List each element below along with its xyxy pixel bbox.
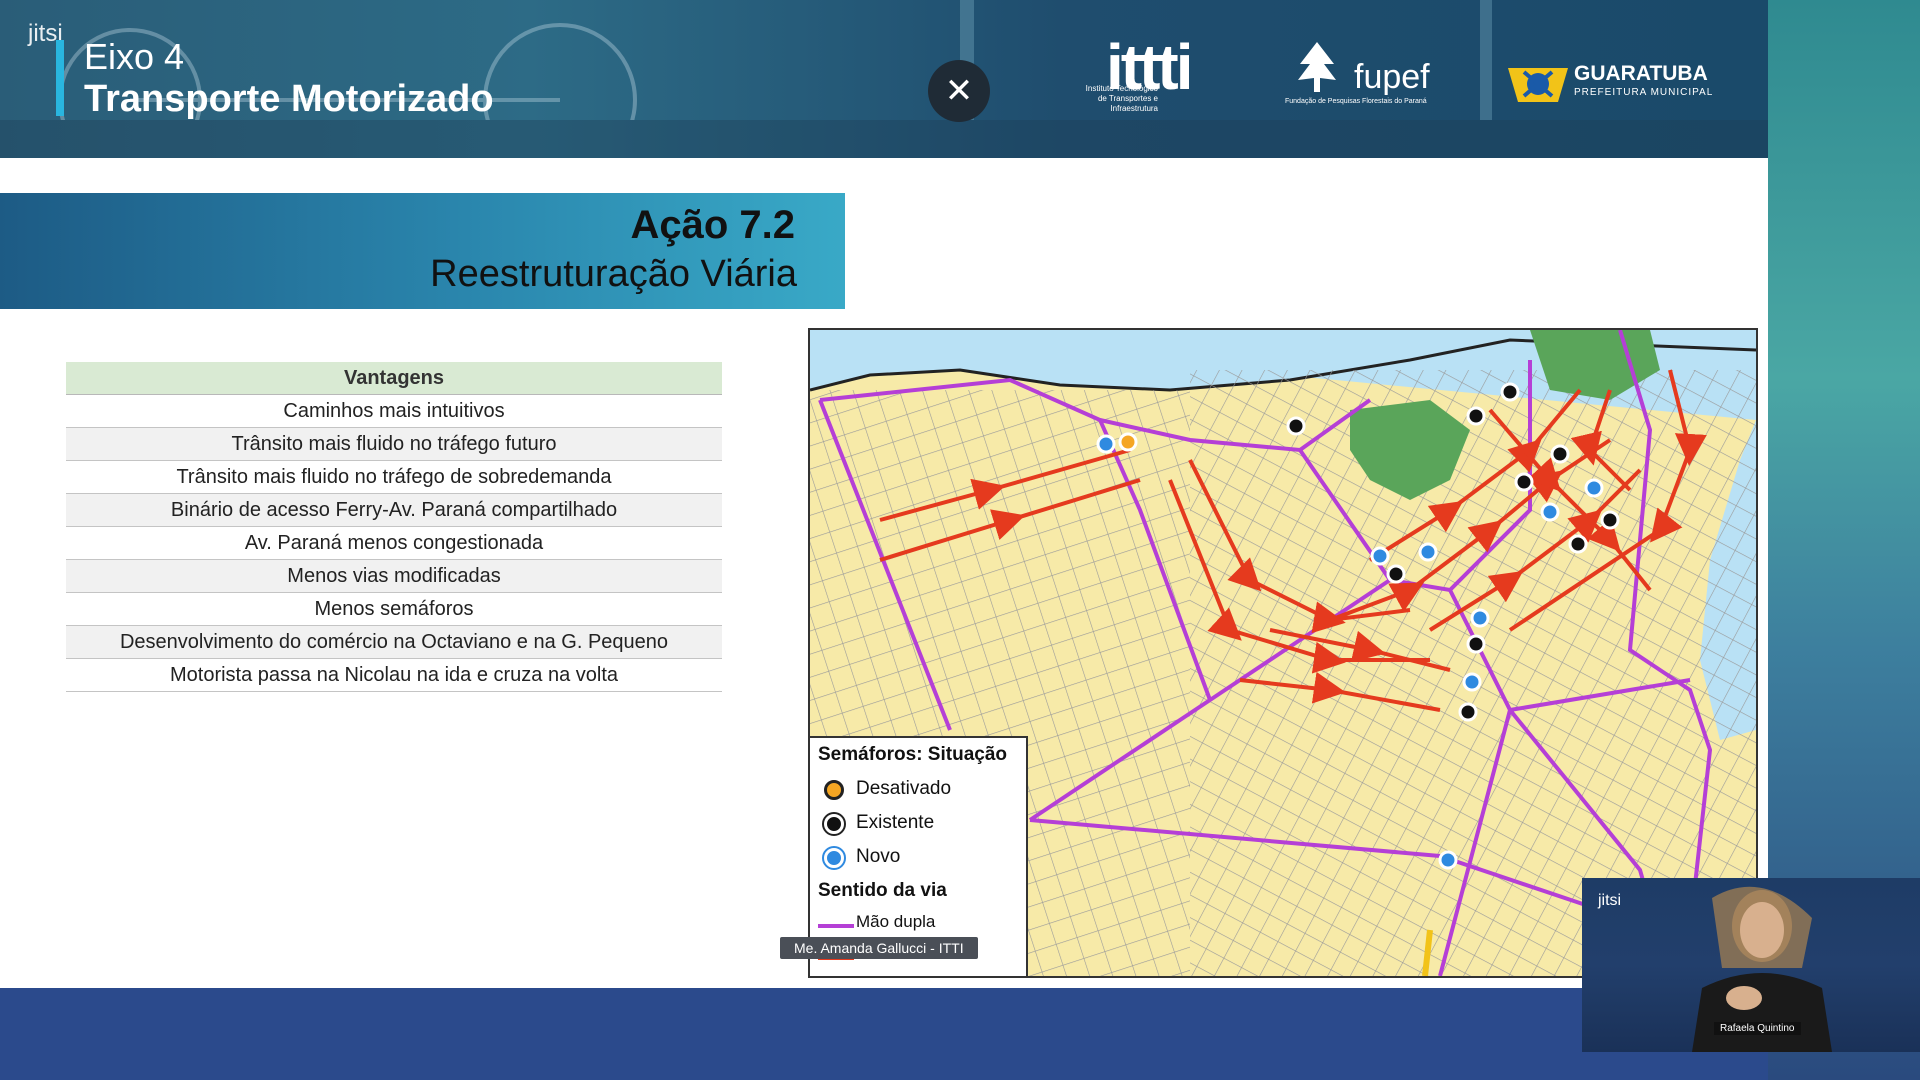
table-row: Av. Paraná menos congestionada <box>66 527 722 560</box>
table-row: Trânsito mais fluido no tráfego de sobre… <box>66 461 722 494</box>
legend-title: Semáforos: Situação <box>818 744 1007 765</box>
table-row: Caminhos mais intuitivos <box>66 395 722 428</box>
legend-existente: Existente <box>856 812 935 833</box>
novo-dot-icon <box>822 846 846 870</box>
guaratuba-logo-subtitle: PREFEITURA MUNICIPAL <box>1574 87 1714 98</box>
table-row: Desenvolvimento do comércio na Octaviano… <box>66 626 722 659</box>
close-icon: ✕ <box>944 71 974 111</box>
table-row: Menos vias modificadas <box>66 560 722 593</box>
guaratuba-emblem-icon <box>1508 68 1568 102</box>
action-subtitle: Reestruturação Viária <box>430 253 797 295</box>
table-row: Menos semáforos <box>66 593 722 626</box>
existente-dot-icon <box>822 812 846 836</box>
mao-dupla-line-icon <box>818 924 854 928</box>
table-row: Binário de acesso Ferry-Av. Paraná compa… <box>66 494 722 527</box>
participant-thumbnail[interactable]: jitsi Rafaela Quintino <box>1582 878 1920 1052</box>
guaratuba-logo: GUARATUBA <box>1574 62 1708 85</box>
presentation-slide: jitsi Eixo 4 Transporte Motorizado ✕ itt… <box>0 0 1768 988</box>
fupef-logo: fupef <box>1354 58 1430 96</box>
action-banner: Ação 7.2 Reestruturação Viária <box>0 193 845 309</box>
legend-desativado: Desativado <box>856 778 952 799</box>
action-title: Ação 7.2 <box>630 203 795 247</box>
eixo-label: Eixo 4 <box>84 36 185 77</box>
vantagens-header: Vantagens <box>66 362 722 395</box>
bottom-bar <box>0 988 1768 1080</box>
thumbnail-jitsi-watermark: jitsi <box>1598 892 1622 909</box>
slide-header: jitsi Eixo 4 Transporte Motorizado ✕ itt… <box>0 0 1768 158</box>
legend-sentido-title: Sentido da via <box>818 880 947 901</box>
fupef-tree-icon <box>1298 42 1336 92</box>
close-button[interactable]: ✕ <box>928 60 990 122</box>
eixo-title: Transporte Motorizado <box>84 78 494 120</box>
table-row: Trânsito mais fluido no tráfego futuro <box>66 428 722 461</box>
vantagens-table: Vantagens Caminhos mais intuitivos Trâns… <box>66 362 722 692</box>
legend-novo: Novo <box>856 846 901 867</box>
fupef-logo-subtitle: Fundação de Pesquisas Florestais do Para… <box>1285 98 1427 105</box>
desativado-dot-icon <box>824 780 844 800</box>
header-accent-bar <box>56 40 64 116</box>
itti-logo-subtitle: Instituto Tecnológico de Transportes e I… <box>1085 84 1158 113</box>
legend-mao-dupla: Mão dupla <box>856 912 936 931</box>
presenter-name-label: Me. Amanda Gallucci - ITTI <box>780 937 978 959</box>
table-row: Motorista passa na Nicolau na ida e cruz… <box>66 659 722 692</box>
meeting-stage: jitsi Eixo 4 Transporte Motorizado ✕ itt… <box>0 0 1920 1080</box>
thumbnail-participant-name: Rafaela Quintino <box>1714 1022 1801 1035</box>
